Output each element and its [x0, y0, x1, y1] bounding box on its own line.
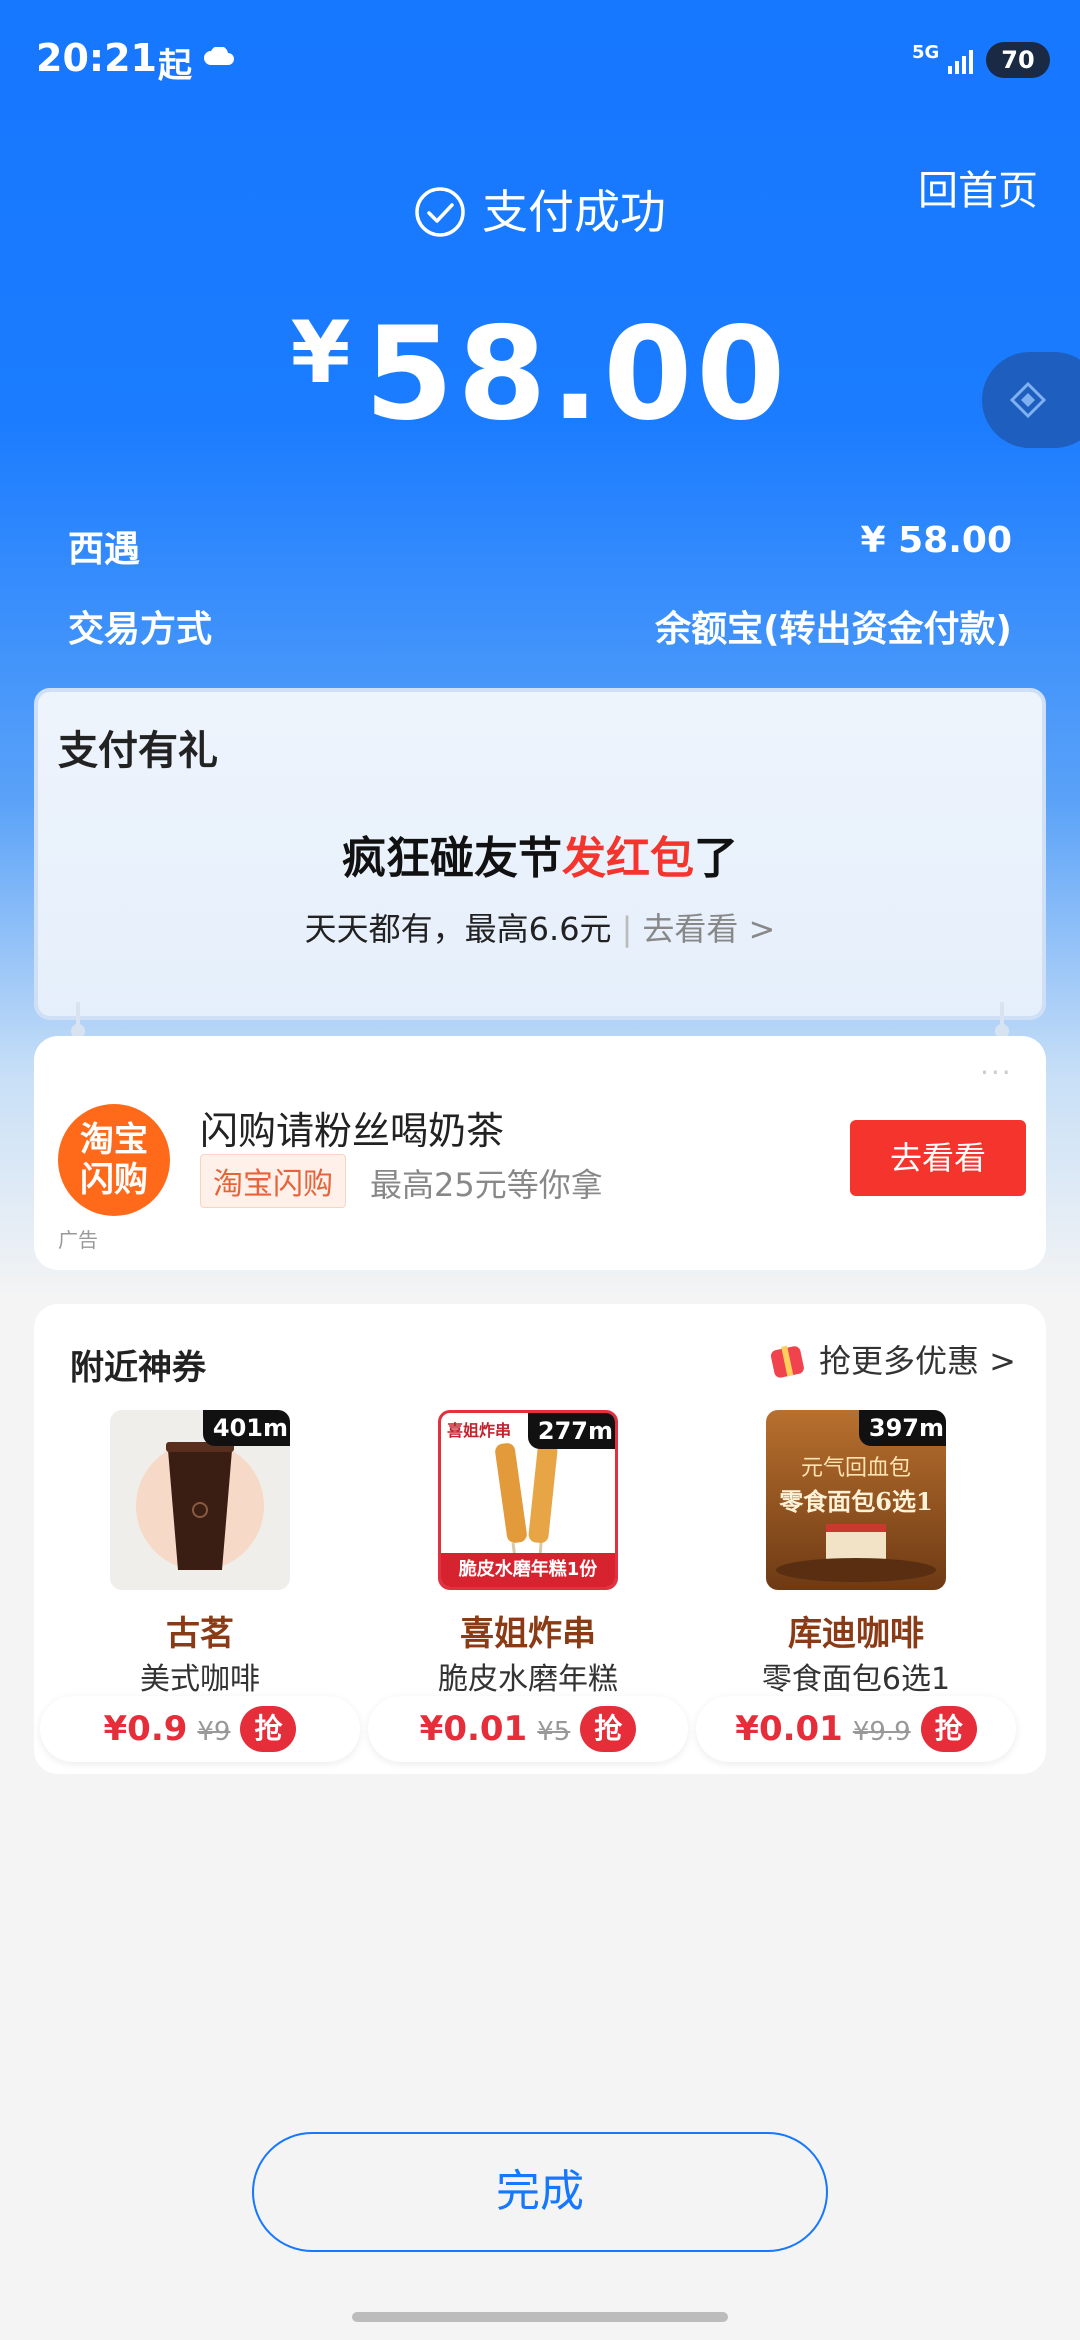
product-name: 脆皮水磨年糕 [438, 1662, 618, 1697]
original-price: ¥9.9 [852, 1717, 911, 1747]
grab-button[interactable]: 抢 [240, 1706, 297, 1752]
ad-title: 闪购请粉丝喝奶茶 [200, 1109, 505, 1153]
product-name: 美式咖啡 [140, 1662, 260, 1697]
grab-button[interactable]: 抢 [920, 1706, 977, 1752]
image-caption: 脆皮水磨年糕1份 [441, 1553, 615, 1587]
product-image: 元气回血包 零食面包6选1 397m [766, 1410, 946, 1590]
gift-headline: 疯狂碰友节发红包了 [38, 822, 1042, 886]
coupon-item[interactable]: 喜姐炸串 脆皮水磨年糕1份 277m 喜姐炸串 脆皮水磨年糕 ¥0.01 ¥5 抢 [368, 1410, 688, 1762]
result-text: 支付成功 [482, 185, 666, 239]
shop-name: 古茗 [166, 1614, 234, 1654]
shop-name: 库迪咖啡 [788, 1614, 924, 1654]
product-name: 零食面包6选1 [761, 1662, 951, 1697]
coupon-item[interactable]: 元气回血包 零食面包6选1 397m 库迪咖啡 零食面包6选1 ¥0.01 ¥9.… [696, 1410, 1016, 1762]
status-bar: 20:21 起 5G 70 [0, 0, 1080, 120]
battery-level: 70 [986, 42, 1050, 78]
ad-view-button[interactable]: 去看看 [850, 1120, 1026, 1196]
diamond-icon [1010, 382, 1046, 418]
card-hanger [995, 1002, 1009, 1038]
price-pill[interactable]: ¥0.01 ¥9.9 抢 [696, 1696, 1016, 1762]
distance-badge: 401m [202, 1410, 290, 1446]
payment-result: 支付成功 [0, 176, 1080, 242]
nearby-coupons-card: 附近神券 抢更多优惠 > 401m 古茗 美式咖啡 ¥0.9 ¥9 抢 喜姐炸串 [34, 1304, 1046, 1774]
taobao-flash-logo: 淘宝 闪购 [58, 1104, 170, 1216]
status-time: 20:21 [36, 36, 157, 80]
gift-title: 支付有礼 [58, 728, 218, 774]
logo-text: 闪购 [80, 1160, 148, 1200]
headline-highlight: 发红包 [562, 833, 694, 884]
distance-badge: 277m [527, 1413, 615, 1449]
home-indicator[interactable] [352, 2312, 728, 2322]
detail-value: 余额宝(转出资金付款) [655, 609, 1012, 650]
distance-badge: 397m [858, 1410, 946, 1446]
gift-link[interactable]: 去看看 > [642, 910, 775, 948]
product-image: 喜姐炸串 脆皮水磨年糕1份 277m [438, 1410, 618, 1590]
coupon-item[interactable]: 401m 古茗 美式咖啡 ¥0.9 ¥9 抢 [40, 1410, 360, 1762]
floating-widget-button[interactable] [982, 352, 1080, 448]
deal-price: ¥0.01 [419, 1709, 528, 1749]
shop-name: 喜姐炸串 [460, 1614, 596, 1654]
status-notification: 起 [158, 46, 192, 86]
signal-icon [948, 50, 973, 74]
divider: | [621, 910, 633, 948]
detail-row-merchant: 西遇 ¥ 58.00 [68, 520, 1012, 572]
check-circle-icon [415, 187, 465, 237]
deal-price: ¥0.01 [735, 1709, 843, 1749]
payment-amount: ¥58.00 [0, 300, 1080, 449]
more-deals-text: 抢更多优惠 > [819, 1342, 1016, 1380]
coupons-title: 附近神券 [70, 1348, 206, 1388]
original-price: ¥5 [537, 1717, 571, 1747]
grab-button[interactable]: 抢 [580, 1706, 637, 1752]
detail-value: ¥ 58.00 [860, 520, 1012, 561]
network-type: 5G [912, 42, 940, 63]
detail-label: 交易方式 [68, 609, 213, 650]
image-brand-text: 喜姐炸串 [447, 1421, 512, 1440]
gift-sub-text: 天天都有，最高6.6元 [304, 910, 612, 948]
ad-desc: 最高25元等你拿 [370, 1166, 603, 1204]
done-button[interactable]: 完成 [252, 2132, 828, 2252]
product-image: 401m [110, 1410, 290, 1590]
gift-subline: 天天都有，最高6.6元 | 去看看 > [38, 904, 1042, 950]
deal-price: ¥0.9 [103, 1709, 188, 1749]
detail-label: 西遇 [68, 529, 141, 570]
more-deals-link[interactable]: 抢更多优惠 > [767, 1336, 1016, 1382]
card-hanger [71, 1002, 85, 1038]
amount-value: 58.00 [364, 300, 790, 449]
price-pill[interactable]: ¥0.01 ¥5 抢 [368, 1696, 688, 1762]
detail-row-method: 交易方式 余额宝(转出资金付款) [68, 600, 1012, 652]
payment-gift-card[interactable]: 支付有礼 疯狂碰友节发红包了 天天都有，最高6.6元 | 去看看 > [34, 688, 1046, 1020]
headline-suffix: 了 [694, 833, 738, 884]
currency-symbol: ¥ [290, 303, 351, 403]
original-price: ¥9 [197, 1717, 231, 1747]
ad-label: 广告 [58, 1228, 98, 1252]
more-options-icon[interactable]: ··· [980, 1056, 1013, 1089]
ad-card[interactable]: 淘宝 闪购 闪购请粉丝喝奶茶 淘宝闪购 最高25元等你拿 去看看 广告 ··· [34, 1036, 1046, 1270]
gift-icon [770, 1345, 804, 1378]
price-pill[interactable]: ¥0.9 ¥9 抢 [40, 1696, 360, 1762]
headline-text: 疯狂碰友节 [342, 833, 562, 884]
logo-text: 淘宝 [80, 1120, 148, 1160]
cloud-icon [204, 47, 234, 65]
ad-tag: 淘宝闪购 [200, 1154, 346, 1208]
